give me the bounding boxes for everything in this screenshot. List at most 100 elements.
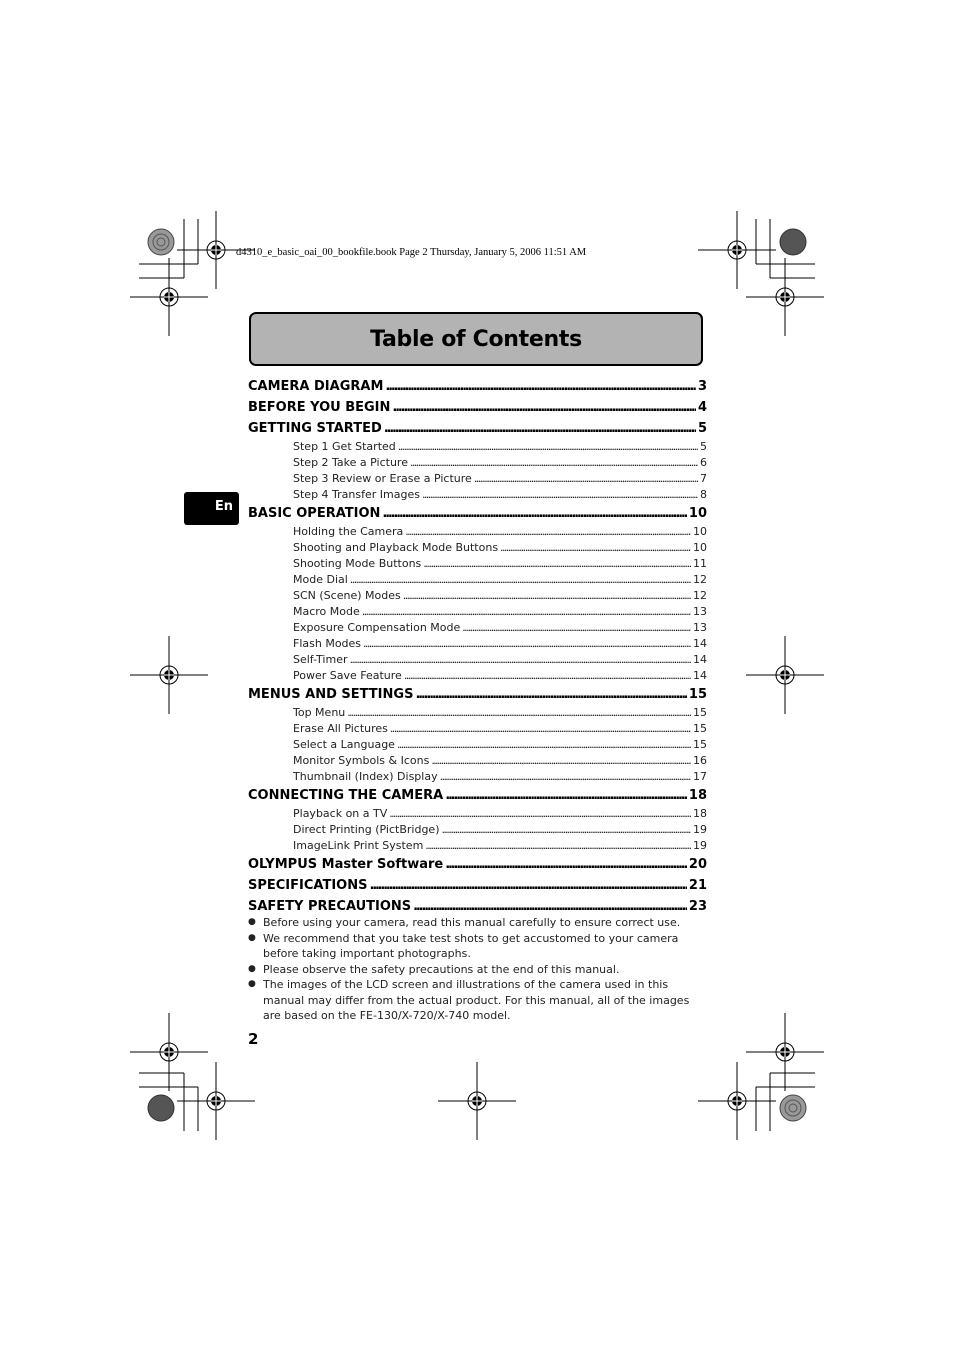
toc-subsection-entry[interactable]: Monitor Symbols & Icons 16 <box>248 753 707 769</box>
toc-leader-dots <box>474 471 698 487</box>
toc-entry-page: 21 <box>688 878 707 893</box>
toc-entry-label: GETTING STARTED <box>248 421 382 436</box>
toc-entry-page: 4 <box>697 400 707 415</box>
toc-entry-page: 23 <box>688 899 707 914</box>
toc-entry-label: Flash Modes <box>293 637 362 650</box>
toc-section-entry[interactable]: CONNECTING THE CAMERA 18 <box>248 785 707 806</box>
toc-section-entry[interactable]: GETTING STARTED 5 <box>248 418 707 439</box>
toc-entry-label: Erase All Pictures <box>293 722 388 735</box>
toc-subsection-entry[interactable]: Power Save Feature 14 <box>248 668 707 684</box>
toc-leader-dots <box>363 636 691 652</box>
toc-section-entry[interactable]: BASIC OPERATION 10 <box>248 503 707 524</box>
toc-subsection-entry[interactable]: Flash Modes 14 <box>248 636 707 652</box>
toc-leader-dots <box>390 721 691 737</box>
registration-target-icon <box>177 1062 255 1140</box>
toc-leader-dots <box>442 822 692 838</box>
toc-leader-dots <box>397 737 691 753</box>
toc-leader-dots <box>384 418 696 439</box>
toc-leader-dots <box>425 838 691 854</box>
toc-leader-dots <box>405 524 691 540</box>
bullet-icon: ● <box>248 979 256 989</box>
toc-leader-dots <box>349 652 691 668</box>
toc-entry-page: 15 <box>693 706 707 719</box>
toc-section-entry[interactable]: CAMERA DIAGRAM 3 <box>248 376 707 397</box>
toc-entry-label: Step 3 Review or Erase a Picture <box>293 472 472 485</box>
toc-entry-label: CAMERA DIAGRAM <box>248 379 384 394</box>
toc-section-entry[interactable]: SPECIFICATIONS 21 <box>248 875 707 896</box>
toc-entry-page: 17 <box>693 770 707 783</box>
toc-subsection-entry[interactable]: SCN (Scene) Modes 12 <box>248 588 707 604</box>
note-text: Please observe the safety precautions at… <box>263 962 620 976</box>
toc-leader-dots <box>404 668 691 684</box>
toc-subsection-entry[interactable]: Erase All Pictures 15 <box>248 721 707 737</box>
toc-leader-dots <box>445 854 687 875</box>
toc-leader-dots <box>423 556 691 572</box>
toc-entry-label: Mode Dial <box>293 573 348 586</box>
toc-subsection-entry[interactable]: ImageLink Print System 19 <box>248 838 707 854</box>
toc-leader-dots <box>500 540 691 556</box>
toc-leader-dots <box>382 503 687 524</box>
toc-entry-page: 15 <box>693 738 707 751</box>
toc-entry-label: Holding the Camera <box>293 525 404 538</box>
toc-subsection-entry[interactable]: Playback on a TV 18 <box>248 806 707 822</box>
toc-entry-label: Monitor Symbols & Icons <box>293 754 430 767</box>
toc-entry-label: CONNECTING THE CAMERA <box>248 788 444 803</box>
toc-leader-dots <box>403 588 691 604</box>
toc-subsection-entry[interactable]: Holding the Camera 10 <box>248 524 707 540</box>
toc-entry-label: Direct Printing (PictBridge) <box>293 823 440 836</box>
toc-subsection-entry[interactable]: Top Menu 15 <box>248 705 707 721</box>
table-of-contents: CAMERA DIAGRAM 3 BEFORE YOU BEGIN 4 GETTING … <box>248 376 707 917</box>
toc-entry-page: 16 <box>693 754 707 767</box>
starburst-mark-bottom-left <box>147 1094 175 1122</box>
toc-entry-label: Step 4 Transfer Images <box>293 488 420 501</box>
language-tab: En <box>184 492 239 525</box>
toc-section-entry[interactable]: SAFETY PRECAUTIONS 23 <box>248 896 707 917</box>
toc-subsection-entry[interactable]: Shooting and Playback Mode Buttons 10 <box>248 540 707 556</box>
toc-subsection-entry[interactable]: Self-Timer 14 <box>248 652 707 668</box>
toc-subsection-entry[interactable]: Select a Language 15 <box>248 737 707 753</box>
toc-entry-label: Self-Timer <box>293 653 348 666</box>
toc-section-entry[interactable]: MENUS AND SETTINGS 15 <box>248 684 707 705</box>
toc-subsection-entry[interactable]: Mode Dial 12 <box>248 572 707 588</box>
toc-section-entry[interactable]: BEFORE YOU BEGIN 4 <box>248 397 707 418</box>
toc-section-entry[interactable]: OLYMPUS Master Software 20 <box>248 854 707 875</box>
toc-entry-page: 13 <box>693 605 707 618</box>
registration-target-icon <box>746 636 824 714</box>
toc-entry-page: 10 <box>693 541 707 554</box>
toc-subsection-entry[interactable]: Thumbnail (Index) Display 17 <box>248 769 707 785</box>
toc-entry-page: 10 <box>693 525 707 538</box>
toc-entry-label: BASIC OPERATION <box>248 506 381 521</box>
toc-leader-dots <box>462 620 691 636</box>
toc-subsection-entry[interactable]: Step 3 Review or Erase a Picture 7 <box>248 471 707 487</box>
toc-subsection-entry[interactable]: Step 2 Take a Picture 6 <box>248 455 707 471</box>
registration-target-icon <box>130 636 208 714</box>
toc-subsection-entry[interactable]: Macro Mode 13 <box>248 604 707 620</box>
toc-entry-label: SPECIFICATIONS <box>248 878 368 893</box>
toc-leader-dots <box>422 487 698 503</box>
toc-entry-label: Exposure Compensation Mode <box>293 621 461 634</box>
toc-entry-page: 8 <box>700 488 707 501</box>
toc-entry-page: 12 <box>693 589 707 602</box>
toc-subsection-entry[interactable]: Step 4 Transfer Images 8 <box>248 487 707 503</box>
title-box: Table of Contents <box>249 312 703 366</box>
toc-subsection-entry[interactable]: Shooting Mode Buttons 11 <box>248 556 707 572</box>
registration-target-icon <box>130 258 208 336</box>
toc-subsection-entry[interactable]: Exposure Compensation Mode 13 <box>248 620 707 636</box>
language-tab-label: En <box>214 499 233 514</box>
toc-entry-page: 12 <box>693 573 707 586</box>
toc-entry-label: Step 1 Get Started <box>293 440 396 453</box>
toc-subsection-entry[interactable]: Step 1 Get Started 5 <box>248 439 707 455</box>
toc-leader-dots <box>415 684 686 705</box>
toc-leader-dots <box>445 785 687 806</box>
page-title: Table of Contents <box>370 326 582 352</box>
toc-entry-page: 10 <box>688 506 707 521</box>
toc-entry-page: 19 <box>693 823 707 836</box>
toc-leader-dots <box>413 896 687 917</box>
toc-entry-page: 15 <box>688 687 707 702</box>
toc-leader-dots <box>389 806 691 822</box>
toc-entry-page: 18 <box>693 807 707 820</box>
toc-entry-label: MENUS AND SETTINGS <box>248 687 414 702</box>
toc-subsection-entry[interactable]: Direct Printing (PictBridge) 19 <box>248 822 707 838</box>
starburst-mark-top-left <box>147 228 175 256</box>
toc-entry-page: 13 <box>693 621 707 634</box>
